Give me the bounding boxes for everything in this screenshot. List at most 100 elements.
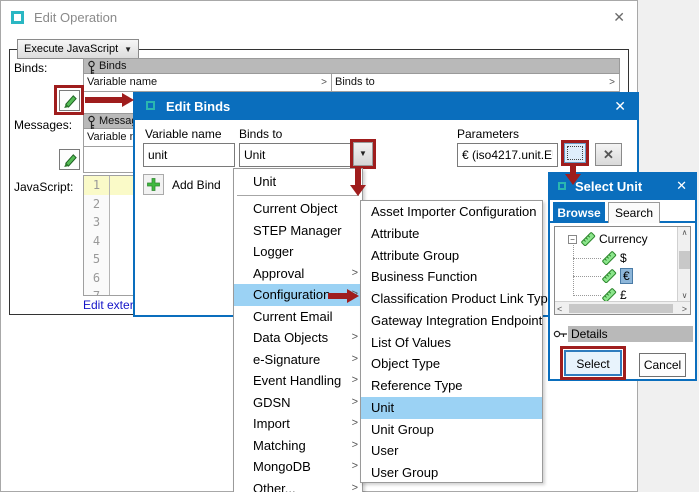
menu-item-matching[interactable]: Matching> bbox=[234, 435, 362, 457]
dropdown-arrow-icon: ▼ bbox=[124, 45, 132, 54]
menu-item-event-handling[interactable]: Event Handling> bbox=[234, 370, 362, 392]
binds-to-dropdown-button[interactable]: ▼ bbox=[353, 142, 373, 166]
submenu-item-list-of-values[interactable]: List Of Values bbox=[361, 332, 542, 354]
submenu-item-reference-type[interactable]: Reference Type bbox=[361, 375, 542, 397]
scrollbar-thumb[interactable] bbox=[569, 304, 673, 313]
menu-item-label: GDSN bbox=[253, 395, 291, 410]
menu-item-label: Other... bbox=[253, 481, 296, 492]
menu-item-current-object[interactable]: Current Object bbox=[234, 198, 362, 220]
page-title: Edit Operation bbox=[34, 10, 117, 25]
tree-connector bbox=[573, 240, 574, 296]
column-variable-name[interactable]: Variable name > bbox=[84, 74, 332, 91]
tree-node-dollar[interactable]: $ bbox=[601, 250, 627, 266]
menu-item-e-signature[interactable]: e-Signature> bbox=[234, 349, 362, 371]
menu-item-step-manager[interactable]: STEP Manager bbox=[234, 220, 362, 242]
horizontal-scrollbar[interactable]: < > bbox=[555, 301, 690, 314]
select-unit-dialog: Select Unit ✕ Browse Search − Currency $ bbox=[548, 172, 697, 381]
menu-item-unit[interactable]: Unit bbox=[234, 169, 362, 194]
submenu-item-unit[interactable]: Unit bbox=[361, 397, 542, 419]
menu-item-current-email[interactable]: Current Email bbox=[234, 306, 362, 328]
column-label: Variable name bbox=[87, 76, 157, 88]
menu-item-label: Unit bbox=[253, 174, 276, 189]
variable-name-label: Variable name bbox=[145, 127, 222, 141]
scroll-left-icon[interactable]: < bbox=[557, 304, 562, 314]
submenu-arrow-icon: > bbox=[352, 392, 358, 414]
collapse-icon[interactable]: − bbox=[568, 235, 577, 244]
vertical-scrollbar[interactable]: ∧ ∨ bbox=[677, 227, 690, 301]
sort-arrow-icon: > bbox=[609, 75, 615, 91]
javascript-label: JavaScript: bbox=[14, 180, 73, 194]
browse-parameters-button[interactable] bbox=[564, 143, 586, 163]
line-number: 2 bbox=[84, 195, 110, 214]
menu-item-label: Classification Product Link Type bbox=[371, 291, 555, 306]
column-binds-to[interactable]: Binds to > bbox=[332, 74, 619, 91]
line-number: 7 bbox=[84, 287, 110, 296]
tree-node-label-selected: € bbox=[620, 268, 633, 284]
clear-parameters-button[interactable]: ✕ bbox=[595, 143, 622, 166]
close-icon[interactable]: ✕ bbox=[613, 9, 625, 26]
binds-column-row: Variable name > Binds to > bbox=[83, 74, 620, 92]
scrollbar-thumb[interactable] bbox=[679, 251, 690, 269]
menu-item-label: Business Function bbox=[371, 269, 477, 284]
screenshot-stage: Edit Operation ✕ Execute JavaScript▼ Bin… bbox=[0, 0, 699, 492]
submenu-item-unit-group[interactable]: Unit Group bbox=[361, 419, 542, 441]
edit-externally-link[interactable]: Edit extern bbox=[83, 298, 140, 312]
cancel-button[interactable]: Cancel bbox=[639, 353, 686, 377]
tab-search[interactable]: Search bbox=[608, 202, 660, 223]
menu-item-label: Unit bbox=[371, 400, 394, 415]
unit-icon bbox=[601, 288, 617, 302]
scroll-right-icon[interactable]: > bbox=[682, 304, 687, 314]
menu-item-gdsn[interactable]: GDSN > bbox=[234, 392, 362, 414]
menu-item-other[interactable]: Other...> bbox=[234, 478, 362, 492]
submenu-item-business-function[interactable]: Business Function bbox=[361, 266, 542, 288]
menu-item-data-objects[interactable]: Data Objects> bbox=[234, 327, 362, 349]
plus-icon bbox=[143, 174, 164, 195]
menu-item-logger[interactable]: Logger bbox=[234, 241, 362, 263]
details-label: Details bbox=[571, 327, 608, 341]
variable-name-input[interactable] bbox=[143, 143, 235, 167]
submenu-item-user-group[interactable]: User Group bbox=[361, 462, 542, 484]
submenu-arrow-icon: > bbox=[352, 349, 358, 371]
unit-tree[interactable]: − Currency $ € £ ∧ ∨ < bbox=[554, 226, 691, 315]
menu-item-approval[interactable]: Approval> bbox=[234, 263, 362, 285]
menu-item-label: List Of Values bbox=[371, 335, 451, 350]
menu-item-label: User Group bbox=[371, 465, 438, 480]
line-number: 5 bbox=[84, 250, 110, 269]
submenu-item-user[interactable]: User bbox=[361, 440, 542, 462]
submenu-item-attribute-group[interactable]: Attribute Group bbox=[361, 245, 542, 267]
submenu-item-gateway-integration-endpoint[interactable]: Gateway Integration Endpoint bbox=[361, 310, 542, 332]
edit-messages-button[interactable] bbox=[59, 149, 80, 170]
details-key-icon bbox=[553, 329, 568, 340]
menu-item-label: Current Email bbox=[253, 309, 332, 324]
tab-browse[interactable]: Browse bbox=[553, 202, 605, 223]
parameters-input[interactable] bbox=[457, 143, 558, 167]
select-button[interactable]: Select bbox=[564, 350, 622, 376]
submenu-arrow-icon: > bbox=[352, 435, 358, 457]
operation-type-dropdown[interactable]: Execute JavaScript▼ bbox=[17, 39, 139, 59]
submenu-item-asset-importer-configuration[interactable]: Asset Importer Configuration bbox=[361, 201, 542, 223]
tree-node-euro[interactable]: € bbox=[601, 268, 633, 284]
binds-to-label: Binds to bbox=[239, 127, 282, 141]
annotation-arrow-down-icon bbox=[350, 185, 366, 196]
submenu-item-attribute[interactable]: Attribute bbox=[361, 223, 542, 245]
dialog-title: Edit Binds bbox=[166, 99, 230, 114]
submenu-item-object-type[interactable]: Object Type bbox=[361, 353, 542, 375]
annotation-arrow-down-icon bbox=[565, 174, 581, 185]
menu-item-import[interactable]: Import> bbox=[234, 413, 362, 435]
parameters-label: Parameters bbox=[457, 127, 519, 141]
close-icon[interactable]: ✕ bbox=[614, 98, 626, 115]
annotation-box-select: Select bbox=[560, 346, 626, 380]
submenu-item-classification-product-link-type[interactable]: Classification Product Link Type bbox=[361, 288, 542, 310]
unit-group-icon bbox=[580, 232, 596, 246]
close-icon[interactable]: ✕ bbox=[676, 178, 687, 194]
menu-item-label: Attribute Group bbox=[371, 248, 459, 263]
details-section[interactable]: Details bbox=[552, 326, 693, 342]
tree-node-currency[interactable]: − Currency bbox=[568, 231, 648, 247]
menu-item-mongodb[interactable]: MongoDB> bbox=[234, 456, 362, 478]
menu-item-label: User bbox=[371, 443, 398, 458]
submenu-arrow-icon: > bbox=[352, 370, 358, 392]
binds-table-header: Binds bbox=[83, 58, 620, 74]
add-bind-button[interactable]: Add Bind bbox=[143, 174, 221, 195]
scroll-down-icon[interactable]: ∨ bbox=[678, 291, 691, 300]
scroll-up-icon[interactable]: ∧ bbox=[678, 228, 691, 237]
